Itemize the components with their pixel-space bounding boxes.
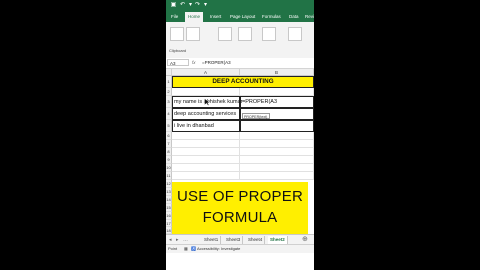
title-banner: USE OF PROPER FORMULA (172, 182, 308, 234)
sheet-tab-sheet1[interactable]: Sheet1 (202, 236, 222, 244)
number-format-button[interactable] (262, 27, 276, 41)
sheet-tab-sheet4[interactable]: Sheet4 (246, 236, 266, 244)
macro-icon[interactable]: ▦ (184, 245, 188, 253)
cell[interactable] (240, 148, 314, 156)
banner-line-1: USE OF PROPER (177, 188, 303, 205)
cell[interactable] (240, 140, 314, 148)
cell[interactable] (172, 140, 240, 148)
cell[interactable] (240, 132, 314, 140)
status-mode: Point (168, 246, 178, 251)
cell[interactable] (240, 156, 314, 164)
cell[interactable] (240, 172, 314, 180)
chevron-down-icon[interactable]: ▾ (187, 2, 194, 9)
add-sheet-icon[interactable]: ⊕ (302, 236, 308, 244)
tab-home[interactable]: Home (185, 12, 204, 22)
cell-b3-active[interactable]: =PROPER(A3 (240, 96, 314, 108)
cell[interactable] (172, 148, 240, 156)
cell-a5[interactable]: i live in dhanbad (172, 120, 240, 132)
banner-line-2: FORMULA (202, 209, 278, 226)
undo-icon[interactable]: ↶ (179, 2, 186, 9)
cell[interactable] (172, 88, 240, 96)
cell[interactable] (172, 156, 240, 164)
title-cell-a1[interactable]: DEEP ACCOUNTING (172, 76, 314, 88)
cursor-icon (204, 98, 211, 106)
cell[interactable] (172, 172, 240, 180)
save-icon[interactable]: ▣ (170, 2, 177, 9)
paste-button[interactable] (170, 27, 184, 41)
formula-input[interactable]: =PROPER(A3 (202, 59, 312, 66)
styles-button[interactable] (288, 27, 302, 41)
excel-window: ▣ ↶ ▾ ↷ ▾ File Home Insert Page Layout F… (166, 0, 314, 270)
redo-icon[interactable]: ↷ (194, 2, 201, 9)
status-bar: Point ▦ ♿ Accessibility: Investigate (166, 244, 314, 253)
ribbon-tabs: File Home Insert Page Layout Formulas Da… (166, 11, 314, 22)
cut-button[interactable] (186, 27, 200, 41)
tab-review[interactable]: Revi (305, 12, 314, 22)
chevron-left-icon[interactable]: ◂ (169, 236, 172, 244)
clipboard-group-label: Clipboard (169, 48, 187, 53)
cell[interactable] (172, 132, 240, 140)
tab-file[interactable]: File (171, 12, 178, 22)
font-button[interactable] (218, 27, 232, 41)
name-box[interactable]: A3 (167, 59, 189, 66)
tab-formulas[interactable]: Formulas (262, 12, 281, 22)
tab-data[interactable]: Data (289, 12, 299, 22)
cell-a4[interactable]: deep accounting services (172, 108, 240, 120)
ribbon: Clipboard (166, 22, 314, 59)
function-tooltip: PROPER(text) (242, 113, 270, 119)
accessibility-status[interactable]: Accessibility: Investigate (197, 245, 240, 253)
more-icon[interactable]: … (183, 236, 188, 244)
title-bar: ▣ ↶ ▾ ↷ ▾ (166, 0, 314, 11)
cell-b5[interactable] (240, 120, 314, 132)
column-header-a[interactable]: A (172, 69, 240, 76)
fx-icon[interactable]: fx (192, 59, 196, 66)
column-header-b[interactable]: B (240, 69, 314, 76)
tab-page-layout[interactable]: Page Layout (230, 12, 255, 22)
chevron-right-icon[interactable]: ▸ (176, 236, 179, 244)
chevron-down-icon[interactable]: ▾ (202, 2, 209, 9)
cell[interactable] (240, 164, 314, 172)
accessibility-icon[interactable]: ♿ (191, 245, 196, 253)
align-button[interactable] (238, 27, 252, 41)
formula-bar: A3 fx =PROPER(A3 (166, 58, 314, 69)
cell[interactable] (240, 88, 314, 96)
cell[interactable] (172, 164, 240, 172)
sheet-tab-sheet3[interactable]: Sheet3 (224, 236, 244, 244)
tab-insert[interactable]: Insert (210, 12, 221, 22)
